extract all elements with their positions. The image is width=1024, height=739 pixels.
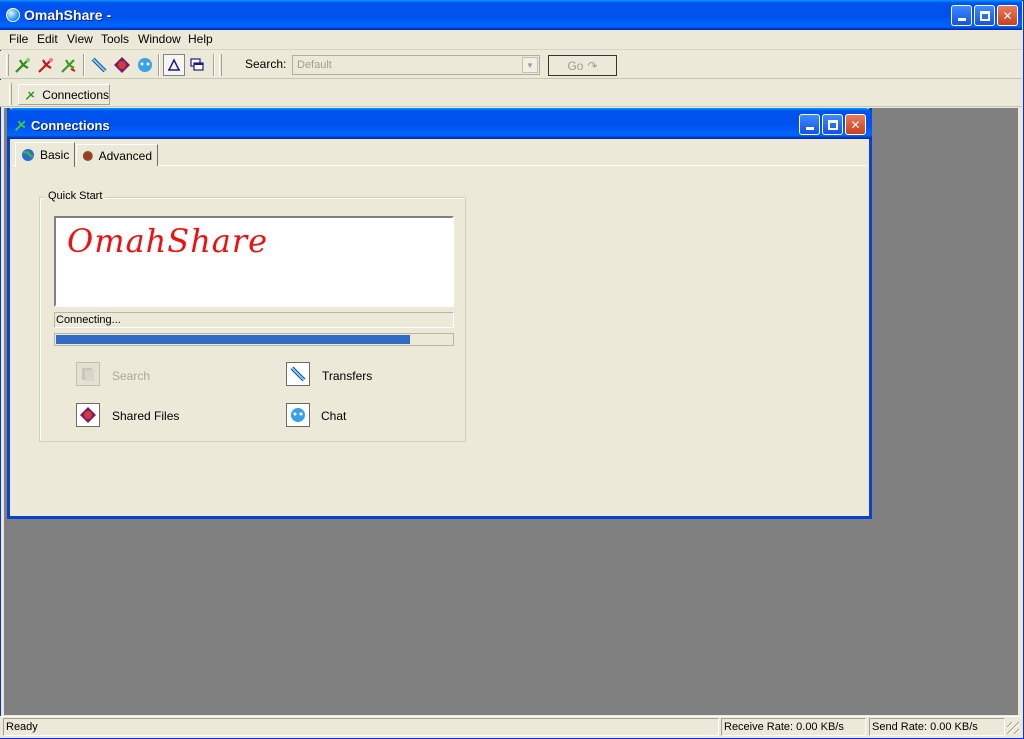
- window-button-label: Connections: [42, 87, 109, 102]
- toolbar-grip[interactable]: [219, 54, 222, 76]
- menu-tools[interactable]: Tools: [99, 32, 131, 46]
- tab-basic[interactable]: Basic: [15, 142, 76, 167]
- transfers-action-label[interactable]: Transfers: [322, 369, 372, 383]
- shared-files-action-label[interactable]: Shared Files: [112, 409, 179, 423]
- reconnect-icon[interactable]: [58, 54, 80, 76]
- toolbar-separator: [213, 54, 215, 76]
- go-arrow-icon: ↷: [587, 58, 598, 73]
- resize-grip[interactable]: [1007, 722, 1019, 734]
- menu-bar: File Edit View Tools Window Help: [0, 30, 1022, 50]
- window-button-connections[interactable]: Connections: [18, 84, 110, 105]
- transfers-action-icon[interactable]: [286, 362, 310, 386]
- cascade-windows-icon[interactable]: [186, 54, 208, 76]
- transfers-icon[interactable]: [88, 54, 110, 76]
- chat-action-label[interactable]: Chat: [321, 409, 346, 423]
- window-title: OmahShare -: [24, 7, 112, 23]
- connections-window-title: Connections: [31, 118, 110, 133]
- connection-progress-bar: [54, 333, 454, 346]
- maximize-button[interactable]: [974, 5, 995, 26]
- minimize-icon: [957, 18, 966, 21]
- menu-file[interactable]: File: [7, 32, 30, 46]
- connection-status-text: Connecting...: [54, 312, 454, 328]
- close-icon: ✕: [1002, 8, 1013, 23]
- menu-window[interactable]: Window: [136, 32, 183, 46]
- main-titlebar[interactable]: OmahShare - ✕: [0, 0, 1022, 30]
- search-action-label[interactable]: Search: [112, 369, 150, 383]
- search-label: Search:: [245, 57, 287, 71]
- tile-windows-icon[interactable]: [163, 54, 185, 76]
- connections-titlebar[interactable]: Connections ✕: [7, 108, 872, 139]
- window-list-toolbar: [0, 80, 1022, 107]
- menu-help[interactable]: Help: [186, 32, 215, 46]
- chat-action-icon[interactable]: [286, 403, 310, 427]
- tab-advanced[interactable]: Advanced: [76, 144, 158, 166]
- chat-icon[interactable]: [134, 54, 156, 76]
- toolbar-grip[interactable]: [6, 54, 9, 76]
- child-minimize-button[interactable]: [799, 114, 820, 135]
- toolbar-separator: [158, 54, 160, 76]
- chevron-down-icon[interactable]: ▼: [522, 57, 538, 73]
- tab-advanced-label: Advanced: [98, 148, 152, 163]
- menu-view[interactable]: View: [65, 32, 95, 46]
- connection-progress-fill: [56, 335, 410, 344]
- receive-rate: Receive Rate: 0.00 KB/s: [721, 718, 866, 736]
- minimize-button[interactable]: [951, 5, 972, 26]
- toolbar-separator: [83, 54, 85, 76]
- close-icon: ✕: [850, 117, 861, 132]
- omahshare-logo: OmahShare: [67, 222, 269, 260]
- logo-panel: OmahShare: [54, 216, 454, 307]
- send-rate: Send Rate: 0.00 KB/s: [869, 718, 1005, 736]
- go-button-label: Go: [567, 58, 584, 73]
- toolbar-grip[interactable]: [9, 83, 12, 105]
- tab-basic-label: Basic: [40, 148, 70, 162]
- go-button[interactable]: Go ↷: [548, 55, 617, 76]
- advanced-settings-icon: [82, 150, 93, 161]
- maximize-icon: [827, 119, 838, 130]
- child-close-button[interactable]: ✕: [845, 114, 866, 135]
- child-maximize-button[interactable]: [822, 114, 843, 135]
- search-combobox-value: Default: [297, 59, 332, 71]
- search-combobox[interactable]: Default ▼: [292, 55, 540, 75]
- minimize-icon: [805, 127, 814, 130]
- shared-files-action-icon[interactable]: [76, 403, 100, 427]
- shared-files-icon[interactable]: [111, 54, 133, 76]
- connect-icon[interactable]: [12, 54, 34, 76]
- quick-start-label: Quick Start: [45, 190, 106, 202]
- menu-edit[interactable]: Edit: [35, 32, 60, 46]
- close-button[interactable]: ✕: [997, 5, 1018, 26]
- app-icon[interactable]: [6, 8, 20, 22]
- maximize-icon: [979, 10, 990, 21]
- globe-icon: [22, 149, 34, 161]
- disconnect-icon[interactable]: [35, 54, 57, 76]
- connect-icon: [25, 90, 35, 100]
- search-action-icon[interactable]: [76, 362, 100, 386]
- connect-icon[interactable]: [14, 118, 28, 132]
- status-text: Ready: [3, 718, 719, 736]
